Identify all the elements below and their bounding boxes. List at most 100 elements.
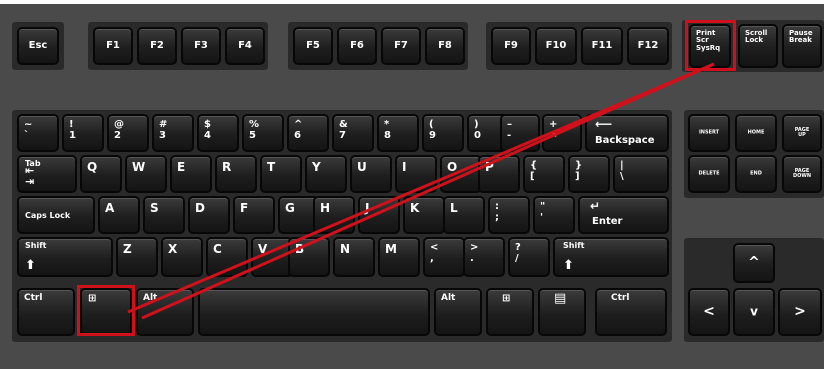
key-windows-left[interactable]: ⊞ [80, 288, 132, 336]
key-5[interactable]: % 5 [242, 114, 284, 152]
key-ctrl-left-label: Ctrl [24, 293, 43, 303]
key-i[interactable]: I [395, 155, 437, 193]
key-arrow-left[interactable]: < [688, 288, 730, 336]
caret-up-icon: ^ [748, 254, 760, 271]
key-4[interactable]: $ 4 [197, 114, 239, 152]
key-period[interactable]: > . [463, 237, 505, 277]
key-7[interactable]: & 7 [332, 114, 374, 152]
key-tilde[interactable]: ~ ` [17, 114, 59, 152]
key-c[interactable]: C [206, 237, 248, 277]
key-f8[interactable]: F8 [425, 27, 465, 65]
key-m[interactable]: M [378, 237, 420, 277]
key-r-label: R [222, 160, 232, 174]
key-8[interactable]: * 8 [377, 114, 419, 152]
key-tab[interactable]: Tab ⇤ ⇥ [17, 155, 77, 193]
key-y[interactable]: Y [305, 155, 347, 193]
key-k[interactable]: K [403, 196, 445, 234]
key-h-label: H [320, 201, 331, 215]
key-x[interactable]: X [161, 237, 203, 277]
key-f[interactable]: F [233, 196, 275, 234]
key-ctrl-left[interactable]: Ctrl [17, 288, 75, 336]
key-f12[interactable]: F12 [627, 27, 669, 65]
key-arrow-down[interactable]: v [733, 288, 775, 336]
key-shift-right-label: Shift [563, 241, 585, 250]
key-f11-label: F11 [591, 39, 613, 51]
key-r[interactable]: R [215, 155, 257, 193]
key-f3[interactable]: F3 [181, 27, 221, 65]
key-v[interactable]: V [251, 237, 293, 277]
key-a[interactable]: A [98, 196, 140, 234]
key-comma[interactable]: < , [423, 237, 465, 277]
key-q[interactable]: Q [80, 155, 122, 193]
key-6[interactable]: ^ 6 [287, 114, 329, 152]
key-ctrl-right[interactable]: Ctrl [595, 288, 667, 336]
key-d[interactable]: D [188, 196, 230, 234]
key-f4[interactable]: F4 [225, 27, 265, 65]
key-f9[interactable]: F9 [491, 27, 531, 65]
key-e[interactable]: E [170, 155, 212, 193]
key-left-bracket[interactable]: { [ [523, 155, 565, 193]
key-space[interactable] [198, 288, 430, 336]
key-arrow-up[interactable]: ^ [733, 243, 775, 283]
key-l[interactable]: L [443, 196, 485, 234]
key-p[interactable]: P [478, 155, 520, 193]
key-h[interactable]: H [313, 196, 355, 234]
key-f6[interactable]: F6 [337, 27, 377, 65]
key-quote[interactable]: " ' [533, 196, 575, 234]
key-delete[interactable]: DELETE [688, 155, 730, 193]
key-w[interactable]: W [125, 155, 167, 193]
key-enter[interactable]: ↵ Enter [578, 196, 669, 234]
key-page-down[interactable]: PAGE DOWN [782, 155, 822, 193]
key-s[interactable]: S [143, 196, 185, 234]
key-shift-right[interactable]: Shift ⬆ [553, 237, 669, 277]
key-n[interactable]: N [333, 237, 375, 277]
key-9[interactable]: ( 9 [422, 114, 464, 152]
key-f5[interactable]: F5 [293, 27, 333, 65]
key-u[interactable]: U [350, 155, 392, 193]
key-shift-left[interactable]: Shift ⬆ [17, 237, 113, 277]
key-1[interactable]: ! 1 [62, 114, 104, 152]
key-f10[interactable]: F10 [535, 27, 577, 65]
key-f1[interactable]: F1 [93, 27, 133, 65]
key-windows-right[interactable]: ⊞ [486, 288, 534, 336]
key-scroll-lock[interactable]: Scroll Lock [738, 24, 778, 68]
key-f2-label: F2 [150, 39, 164, 51]
key-slash[interactable]: ? / [508, 237, 550, 277]
key-home-label: HOME [747, 129, 765, 136]
key-minus[interactable]: – - [500, 114, 540, 152]
key-caps-lock-label: Caps Lock [25, 211, 71, 220]
key-f2[interactable]: F2 [137, 27, 177, 65]
key-3[interactable]: # 3 [152, 114, 194, 152]
key-insert[interactable]: INSERT [688, 114, 730, 152]
key-right-bracket[interactable]: } ] [568, 155, 610, 193]
key-caps-lock[interactable]: Caps Lock [17, 196, 95, 234]
key-shift-left-label: Shift [25, 241, 47, 250]
key-f7-label: F7 [394, 39, 408, 51]
key-backslash[interactable]: | \ [613, 155, 669, 193]
key-page-up[interactable]: PAGE UP [782, 114, 822, 152]
key-e-label: E [177, 160, 186, 174]
key-z[interactable]: Z [116, 237, 158, 277]
key-c-label: C [213, 242, 222, 256]
key-home[interactable]: HOME [735, 114, 777, 152]
key-esc[interactable]: Esc [17, 27, 59, 65]
key-alt-left[interactable]: Alt [136, 288, 194, 336]
key-2[interactable]: @ 2 [107, 114, 149, 152]
key-j[interactable]: J [358, 196, 400, 234]
key-equals[interactable]: + = [542, 114, 582, 152]
key-pause-break[interactable]: Pause Break [782, 24, 822, 68]
key-menu[interactable]: ▤ [538, 288, 586, 336]
key-n-label: N [340, 242, 351, 256]
key-f11[interactable]: F11 [581, 27, 623, 65]
key-print-screen[interactable]: Print Scr SysRq [689, 24, 731, 68]
key-o[interactable]: O [440, 155, 482, 193]
key-b[interactable]: B [288, 237, 330, 277]
key-alt-right[interactable]: Alt [434, 288, 482, 336]
key-t[interactable]: T [260, 155, 302, 193]
key-f10-label: F10 [545, 39, 567, 51]
key-semicolon[interactable]: : ; [488, 196, 530, 234]
key-end[interactable]: END [735, 155, 777, 193]
key-arrow-right[interactable]: > [778, 288, 822, 336]
key-f7[interactable]: F7 [381, 27, 421, 65]
key-backspace[interactable]: ⟵ Backspace [585, 114, 669, 152]
